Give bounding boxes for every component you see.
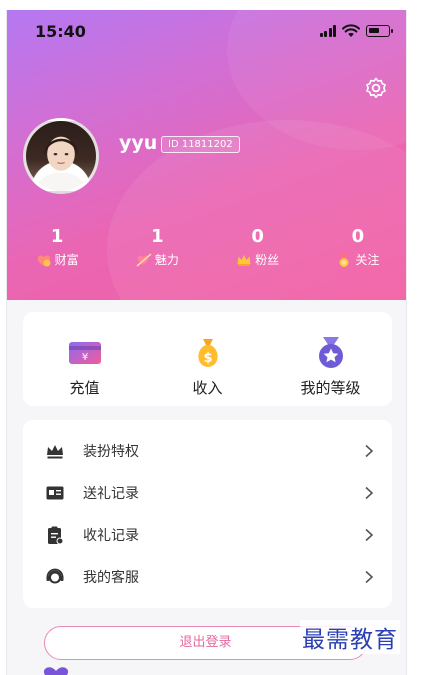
wifi-icon [342,24,360,37]
medal-icon [339,252,349,267]
menu-item-customer-service[interactable]: 我的客服 [23,556,392,598]
stat-value: 0 [251,226,264,247]
stat-value: 1 [50,226,64,247]
settings-gear-icon[interactable] [364,76,388,100]
stat-wealth[interactable]: 1 财富 [7,226,107,272]
charm-icon [136,252,152,267]
stats-row: 1 财富 1 魅力 0 粉丝 0 关注 [7,226,406,272]
stat-label: 财富 [54,253,79,267]
nickname: yyu [119,132,158,154]
my-level-label: 我的等级 [300,379,361,397]
avatar[interactable] [23,118,99,194]
battery-icon [366,25,393,37]
phone-screen: 15:40 yyu ID 11811202 1 财富 1 魅力 0 粉丝 0 关… [6,10,407,675]
profile-header: 15:40 yyu ID 11811202 1 财富 1 魅力 0 粉丝 0 关… [7,10,406,300]
my-level-button[interactable]: 我的等级 [269,312,392,406]
watermark-text: 最需教育 [300,620,400,654]
menu-item-dress-up-privileges[interactable]: 装扮特权 [23,430,392,472]
status-time: 15:40 [35,22,86,41]
clipboard-icon [48,526,64,545]
money-bag-icon: $ [197,339,218,367]
income-button[interactable]: $ 收入 [146,312,269,406]
signal-icon [319,25,336,37]
status-icons [319,24,393,38]
crown-outline-icon [47,445,63,459]
stat-label: 关注 [355,253,380,267]
recharge-label: 充值 [69,379,100,397]
level-medal-icon [318,337,343,368]
menu-item-label: 收礼记录 [83,528,139,544]
chevron-right-icon [365,570,374,584]
stat-following[interactable]: 0 关注 [308,226,406,272]
wallet-icon: ¥ [68,342,101,364]
svg-text:$: $ [203,351,212,366]
quick-actions-card: ¥ 充值 $ 收入 我的等级 [23,312,392,406]
stat-fans[interactable]: 0 粉丝 [208,226,308,272]
chevron-right-icon [365,486,374,500]
heart-tab-icon[interactable] [39,666,73,675]
svg-text:¥: ¥ [81,352,87,363]
stat-charm[interactable]: 1 魅力 [107,226,207,272]
income-label: 收入 [192,379,223,397]
user-id-badge: ID 11811202 [161,136,240,153]
wealth-icon [37,255,51,266]
stat-label: 粉丝 [255,253,280,267]
menu-item-label: 送礼记录 [83,486,139,502]
crown-icon [237,254,251,266]
menu-item-gift-received-records[interactable]: 收礼记录 [23,514,392,556]
headset-icon [46,568,64,584]
chevron-right-icon [365,444,374,458]
settings-menu-card: 装扮特权 送礼记录 收礼记录 我的客服 [23,420,392,608]
recharge-button[interactable]: ¥ 充值 [23,312,146,406]
stat-label: 魅力 [154,253,179,267]
menu-item-label: 我的客服 [83,570,139,586]
menu-item-gift-sent-records[interactable]: 送礼记录 [23,472,392,514]
id-card-icon [46,486,64,500]
chevron-right-icon [365,528,374,542]
stat-value: 1 [151,226,164,247]
stat-value: 0 [351,226,365,247]
menu-item-label: 装扮特权 [83,444,139,460]
